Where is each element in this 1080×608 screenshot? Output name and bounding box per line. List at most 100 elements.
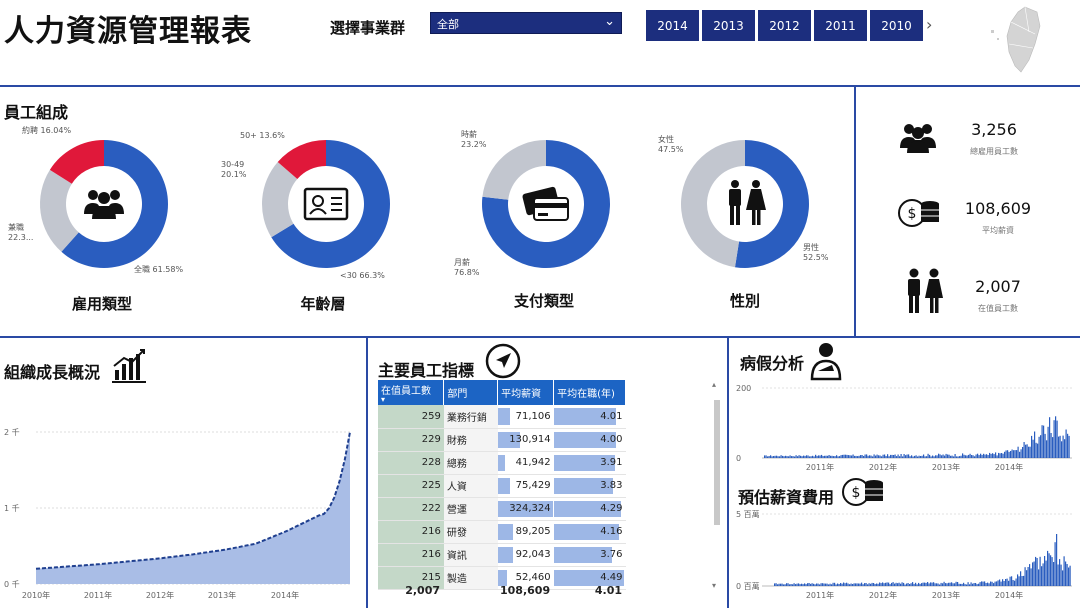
table-row[interactable]: 259 業務行銷 71,106 4.01 xyxy=(378,405,626,429)
table-row[interactable]: 225 人資 75,429 3.83 xyxy=(378,474,626,498)
bar xyxy=(1035,556,1037,586)
bar xyxy=(954,583,956,586)
bar xyxy=(854,455,856,458)
column-header-tenure[interactable]: 平均在職(年) xyxy=(553,380,626,405)
chevron-right-icon[interactable]: › xyxy=(926,15,932,34)
kpi-value: 3,256 xyxy=(971,120,1017,139)
bar xyxy=(861,455,863,458)
sort-down-icon: ▾ xyxy=(381,395,386,404)
bar xyxy=(1046,440,1048,458)
column-header-dept[interactable]: 部門 xyxy=(443,380,499,405)
bar xyxy=(810,456,812,458)
bar xyxy=(981,454,983,458)
svg-text:$: $ xyxy=(908,206,917,222)
bar xyxy=(955,581,957,586)
scroll-up-icon[interactable]: ▴ xyxy=(712,380,716,389)
scrollbar-thumb[interactable] xyxy=(714,400,720,525)
bar xyxy=(1048,553,1050,586)
people-group-icon xyxy=(900,124,936,153)
bar xyxy=(950,455,952,458)
bar xyxy=(969,453,971,458)
bar xyxy=(993,454,995,458)
bar xyxy=(1002,579,1004,586)
bar xyxy=(803,455,805,458)
year-button-2011[interactable]: 2011 xyxy=(814,10,867,41)
bar xyxy=(936,583,938,586)
bar xyxy=(1067,433,1069,458)
bar xyxy=(1040,435,1042,458)
bar xyxy=(921,583,923,586)
business-group-dropdown[interactable]: 全部 ⌄ xyxy=(430,12,622,34)
year-button-2012[interactable]: 2012 xyxy=(758,10,811,41)
year-button-2014[interactable]: 2014 xyxy=(646,10,699,41)
bar xyxy=(870,455,872,458)
bar xyxy=(914,455,916,458)
bar xyxy=(877,583,879,586)
bar xyxy=(768,456,770,458)
bar xyxy=(779,456,781,458)
donut-slice[interactable] xyxy=(734,140,810,268)
bar xyxy=(1036,558,1038,586)
bar xyxy=(822,456,824,458)
bar xyxy=(966,455,968,458)
bar xyxy=(859,583,861,586)
bar xyxy=(774,455,776,458)
kpi-label: 總雇用員工數 xyxy=(970,147,1018,156)
bar xyxy=(1020,571,1022,586)
bar xyxy=(1068,567,1070,586)
scroll-down-icon[interactable]: ▾ xyxy=(712,581,716,590)
year-button-2013[interactable]: 2013 xyxy=(702,10,755,41)
x-tick-label: 2013年 xyxy=(932,462,960,472)
bar xyxy=(773,456,775,458)
bar xyxy=(764,455,766,458)
donut-slice[interactable] xyxy=(482,140,547,200)
bar xyxy=(792,584,794,586)
sick-leave-title: 病假分析 xyxy=(740,354,805,373)
column-header-salary[interactable]: 平均薪資 xyxy=(497,380,555,405)
bar xyxy=(1043,425,1045,458)
bar xyxy=(1010,451,1012,458)
bar xyxy=(986,454,988,458)
bar xyxy=(870,583,872,586)
table-row[interactable]: 228 總務 41,942 3.91 xyxy=(378,451,626,475)
bar xyxy=(951,582,953,586)
bar xyxy=(853,583,855,586)
table-row[interactable]: 222 營運 324,324 4.29 xyxy=(378,497,626,521)
bar xyxy=(970,582,972,586)
table-row[interactable]: 216 資訊 92,043 3.76 xyxy=(378,543,626,567)
credit-card-icon xyxy=(522,186,569,221)
bar xyxy=(785,455,787,458)
table-row[interactable]: 229 財務 130,914 4.00 xyxy=(378,428,626,452)
bar xyxy=(1044,433,1046,458)
bar xyxy=(1065,429,1067,458)
bar xyxy=(858,455,860,458)
bar xyxy=(992,453,994,458)
column-header-count[interactable]: 在值員工數 ▾ xyxy=(378,380,445,405)
table-scrollbar[interactable]: ▴ ▾ xyxy=(712,380,722,590)
bar xyxy=(795,455,797,458)
bar xyxy=(1037,443,1039,458)
bar xyxy=(975,583,977,586)
bar xyxy=(993,583,995,586)
bar xyxy=(783,456,785,458)
bar xyxy=(781,583,783,586)
divider xyxy=(0,85,1080,87)
donut-slice-label: 男性 52.5% xyxy=(803,242,829,262)
bar xyxy=(913,583,915,586)
bar xyxy=(898,582,900,586)
bar xyxy=(1028,446,1030,458)
year-button-2010[interactable]: 2010 xyxy=(870,10,923,41)
bar xyxy=(1063,556,1065,586)
bar xyxy=(834,456,836,458)
bar xyxy=(1035,442,1037,458)
bar xyxy=(839,456,841,458)
table-row[interactable]: 216 研發 89,205 4.16 xyxy=(378,520,626,544)
bar xyxy=(929,454,931,458)
bar xyxy=(1050,555,1052,586)
bar xyxy=(947,454,949,458)
bar xyxy=(937,583,939,586)
cell-dept: 業務行銷 xyxy=(443,405,498,429)
bar xyxy=(985,583,987,586)
bar xyxy=(942,583,944,586)
bar xyxy=(771,456,773,458)
